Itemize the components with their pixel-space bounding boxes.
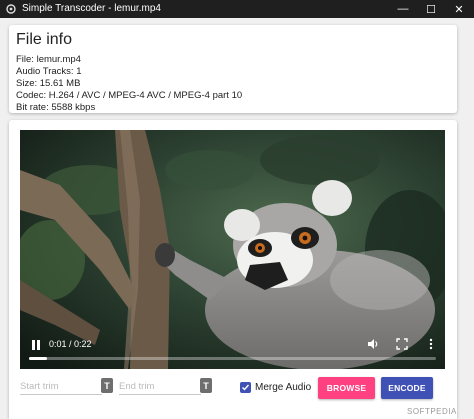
title-bar: Simple Transcoder - lemur.mp4 — ☐ ✕ — [0, 0, 474, 18]
volume-icon[interactable] — [367, 338, 379, 350]
progress-bar-fill — [29, 357, 48, 360]
maximize-button[interactable]: ☐ — [418, 0, 444, 18]
file-name-line: File: lemur.mp4 — [16, 54, 81, 65]
video-player[interactable]: 0:01 / 0:22 — [20, 130, 445, 369]
encode-button[interactable]: ENCODE — [381, 377, 433, 399]
file-info-heading: File info — [16, 31, 73, 48]
app-icon — [6, 4, 16, 14]
codec-line: Codec: H.264 / AVC / MPEG-4 AVC / MPEG-4… — [16, 90, 243, 101]
progress-bar[interactable] — [29, 357, 436, 360]
minimize-button[interactable]: — — [390, 0, 416, 18]
start-trim-input[interactable]: Start trim — [20, 379, 102, 395]
window-title: Simple Transcoder - lemur.mp4 — [22, 3, 161, 14]
player-card: 0:01 / 0:22 Start trim T End trim T Merg… — [9, 120, 457, 419]
watermark: SOFTPEDIA — [407, 407, 457, 416]
pause-icon[interactable] — [30, 339, 42, 351]
size-line: Size: 15.61 MB — [16, 78, 81, 89]
end-trim-button[interactable]: T — [200, 378, 212, 393]
audio-tracks-line: Audio Tracks: 1 — [16, 66, 82, 77]
start-trim-button[interactable]: T — [101, 378, 113, 393]
browse-button[interactable]: BROWSE — [318, 377, 375, 399]
merge-audio-checkbox[interactable] — [240, 382, 251, 393]
merge-audio-label: Merge Audio — [255, 382, 312, 393]
check-icon — [242, 384, 250, 391]
bitrate-line: Bit rate: 5588 kbps — [16, 102, 96, 113]
video-controls: 0:01 / 0:22 — [20, 333, 445, 369]
file-info-card: File info File: lemur.mp4 Audio Tracks: … — [9, 25, 457, 113]
close-button[interactable]: ✕ — [446, 0, 472, 18]
fullscreen-icon[interactable] — [396, 338, 408, 350]
playback-time: 0:01 / 0:22 — [49, 339, 92, 349]
more-options-icon[interactable] — [425, 338, 437, 350]
end-trim-input[interactable]: End trim — [119, 379, 201, 395]
